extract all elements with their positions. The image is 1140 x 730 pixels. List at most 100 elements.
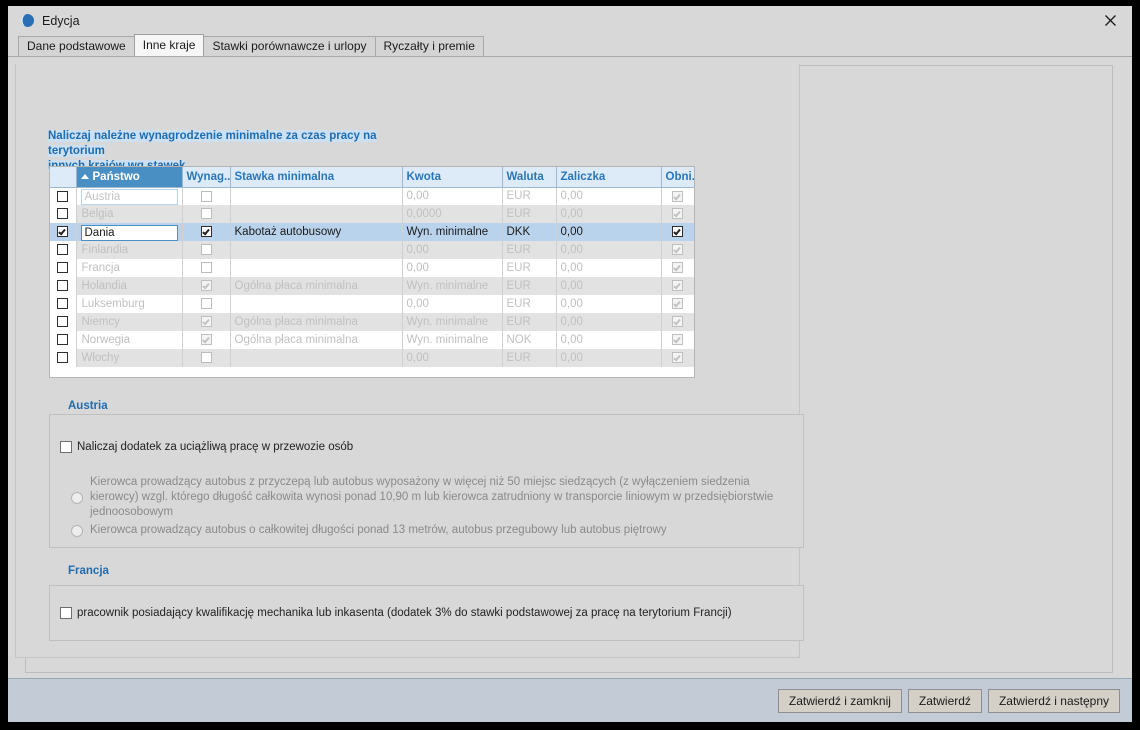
cell-kwota[interactable]: 0,00 — [402, 295, 503, 313]
cell-stawka-minimalna[interactable] — [230, 295, 403, 313]
cell-panstwo[interactable]: Norwegia — [76, 331, 183, 349]
austria-option-2-row[interactable]: Kierowca prowadzący autobus o całkowitej… — [71, 523, 796, 538]
row-select-checkbox[interactable] — [57, 316, 69, 328]
austria-surcharge-checkbox-row[interactable]: Naliczaj dodatek za uciążliwą pracę w pr… — [60, 441, 353, 453]
cell-stawka-minimalna[interactable] — [230, 241, 403, 259]
table-row[interactable]: Holandia Ogólna płaca minimalna Wyn. minim… — [50, 277, 694, 295]
cell-waluta[interactable]: EUR — [502, 187, 557, 205]
cell-panstwo[interactable]: Francja — [76, 259, 183, 277]
cell-zaliczka[interactable]: 0,00 — [556, 259, 662, 277]
cell-obnizka[interactable] — [661, 295, 694, 313]
cell-kwota[interactable]: 0,00 — [402, 259, 503, 277]
table-row[interactable]: Dania Kabotaż autobusowy Wyn. minimalne DKK… — [50, 223, 694, 241]
panstwo-editor[interactable]: Dania — [80, 224, 178, 241]
row-select-cell[interactable] — [50, 349, 77, 367]
austria-option-1-row[interactable]: Kierowca prowadzący autobus z przyczepą … — [71, 475, 796, 520]
row-select-cell[interactable] — [50, 205, 77, 223]
cell-wynagrodzenie[interactable] — [182, 295, 231, 313]
cell-panstwo[interactable]: Luksemburg — [76, 295, 183, 313]
cell-waluta[interactable]: DKK — [502, 223, 557, 241]
row-select-cell[interactable] — [50, 277, 77, 295]
cell-wynagrodzenie[interactable] — [182, 241, 231, 259]
row-select-cell[interactable] — [50, 241, 77, 259]
tab-inne-kraje[interactable]: Inne kraje — [133, 34, 205, 56]
cell-waluta[interactable]: NOK — [502, 331, 557, 349]
obnizka-checkbox[interactable] — [672, 316, 683, 328]
cell-zaliczka[interactable]: 0,00 — [556, 241, 662, 259]
confirm-button[interactable]: Zatwierdź — [907, 688, 982, 713]
obnizka-checkbox[interactable] — [672, 208, 683, 220]
cell-waluta[interactable]: EUR — [502, 241, 557, 259]
francja-qualification-checkbox-row[interactable]: pracownik posiadający kwalifikację mecha… — [60, 607, 732, 619]
row-select-cell[interactable] — [50, 313, 77, 331]
wynagrodzenie-checkbox[interactable] — [200, 298, 212, 310]
austria-surcharge-checkbox[interactable] — [60, 441, 72, 453]
cell-wynagrodzenie[interactable] — [182, 259, 231, 277]
cell-kwota[interactable]: Wyn. minimalne — [402, 223, 503, 241]
row-select-cell[interactable] — [50, 259, 77, 277]
cell-stawka-minimalna[interactable] — [230, 349, 403, 367]
obnizka-checkbox[interactable] — [672, 298, 683, 310]
wynagrodzenie-checkbox[interactable] — [200, 352, 212, 364]
wynagrodzenie-checkbox[interactable] — [200, 190, 212, 202]
cell-zaliczka[interactable]: 0,00 — [556, 295, 662, 313]
row-select-cell[interactable] — [50, 331, 77, 349]
table-row[interactable]: Francja 0,00 EUR 0,00 — [50, 259, 694, 277]
cell-waluta[interactable]: EUR — [502, 349, 557, 367]
wynagrodzenie-checkbox[interactable] — [200, 280, 212, 292]
cell-panstwo[interactable]: Dania — [76, 223, 183, 241]
cell-waluta[interactable]: EUR — [502, 259, 557, 277]
close-window-button[interactable] — [1088, 6, 1132, 35]
cell-panstwo[interactable]: Holandia — [76, 277, 183, 295]
cell-stawka-minimalna[interactable] — [230, 205, 403, 223]
cell-kwota[interactable]: Wyn. minimalne — [402, 313, 503, 331]
cell-obnizka[interactable] — [661, 277, 694, 295]
francja-qualification-checkbox[interactable] — [60, 607, 72, 619]
column-header-stawka-minimalna[interactable]: Stawka minimalna — [230, 167, 403, 188]
cell-zaliczka[interactable]: 0,00 — [556, 313, 662, 331]
column-header-kwota[interactable]: Kwota — [402, 167, 503, 188]
obnizka-checkbox[interactable] — [672, 244, 683, 256]
row-select-checkbox[interactable] — [57, 334, 69, 346]
column-header-obni[interactable]: Obni... — [661, 167, 694, 188]
column-header-zaliczka[interactable]: Zaliczka — [556, 167, 662, 188]
cell-wynagrodzenie[interactable] — [182, 187, 231, 205]
row-select-cell[interactable] — [50, 295, 77, 313]
table-row[interactable]: Luksemburg 0,00 EUR 0,00 — [50, 295, 694, 313]
cell-panstwo[interactable]: Finlandia — [76, 241, 183, 259]
cell-stawka-minimalna[interactable]: Ogólna płaca minimalna — [230, 331, 403, 349]
cell-stawka-minimalna[interactable]: Kabotaż autobusowy — [230, 223, 403, 241]
countries-grid[interactable]: Państwo Wynag... Stawka minimalna Kwota … — [49, 166, 695, 378]
column-header-waluta[interactable]: Waluta — [502, 167, 557, 188]
cell-obnizka[interactable] — [661, 223, 694, 241]
cell-waluta[interactable]: EUR — [502, 295, 557, 313]
cell-panstwo[interactable]: Niemcy — [76, 313, 183, 331]
cell-obnizka[interactable] — [661, 349, 694, 367]
cell-kwota[interactable]: Wyn. minimalne — [402, 277, 503, 295]
cell-zaliczka[interactable]: 0,00 — [556, 205, 662, 223]
cell-zaliczka[interactable]: 0,00 — [556, 187, 662, 205]
tab-dane-podstawowe[interactable]: Dane podstawowe — [18, 36, 135, 56]
row-select-checkbox[interactable] — [57, 280, 69, 292]
row-select-cell[interactable] — [50, 223, 77, 241]
cell-waluta[interactable]: EUR — [502, 277, 557, 295]
table-row[interactable]: Finlandia 0,00 EUR 0,00 — [50, 241, 694, 259]
cell-wynagrodzenie[interactable] — [182, 205, 231, 223]
obnizka-checkbox[interactable] — [672, 352, 683, 364]
column-header-wynag[interactable]: Wynag... — [182, 167, 231, 188]
table-row[interactable]: Włochy 0,00 EUR 0,00 — [50, 349, 694, 367]
wynagrodzenie-checkbox[interactable] — [200, 208, 212, 220]
wynagrodzenie-checkbox[interactable] — [200, 226, 212, 238]
cell-waluta[interactable]: EUR — [502, 205, 557, 223]
row-select-checkbox[interactable] — [57, 298, 69, 310]
cell-stawka-minimalna[interactable] — [230, 259, 403, 277]
cell-waluta[interactable]: EUR — [502, 313, 557, 331]
cell-obnizka[interactable] — [661, 331, 694, 349]
row-select-checkbox[interactable] — [57, 244, 69, 256]
cell-obnizka[interactable] — [661, 187, 694, 205]
austria-option-2-radio[interactable] — [71, 524, 83, 537]
cell-wynagrodzenie[interactable] — [182, 223, 231, 241]
obnizka-checkbox[interactable] — [672, 280, 683, 292]
cell-kwota[interactable]: 0,0000 — [402, 205, 503, 223]
wynagrodzenie-checkbox[interactable] — [200, 316, 212, 328]
